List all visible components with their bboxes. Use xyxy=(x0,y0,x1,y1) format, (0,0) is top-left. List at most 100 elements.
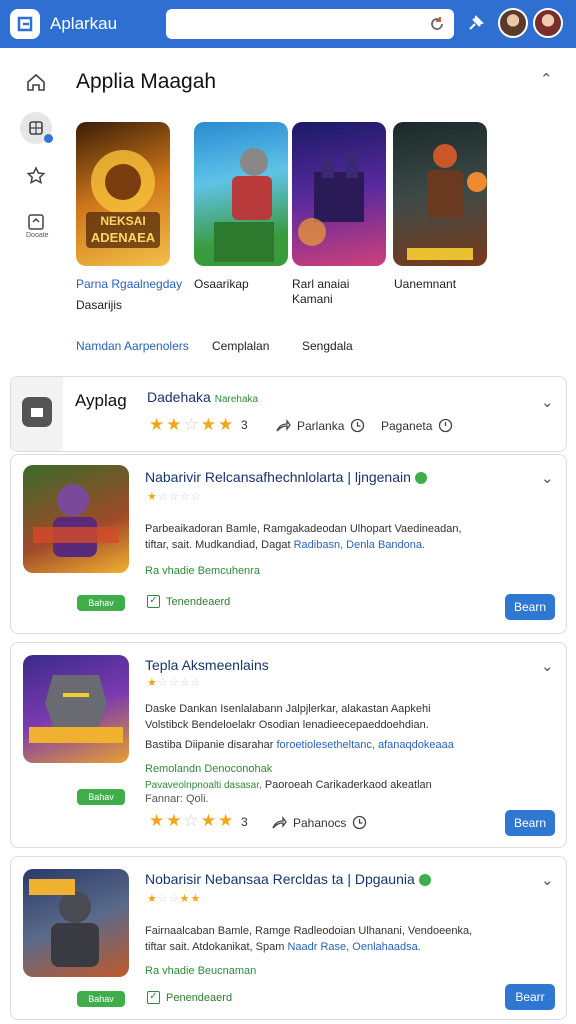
featured-subtitle: Kamani xyxy=(292,292,333,306)
app-card: Tepla Aksmeenlains ★☆☆☆☆ Daske Dankan Is… xyxy=(10,642,567,848)
page-label: Paganeta xyxy=(381,418,433,433)
featured-card-art[interactable]: NEKSAI ADENAEA xyxy=(76,122,170,266)
get-button[interactable]: Bearn xyxy=(505,810,555,836)
chevron-icon[interactable]: ⌃ xyxy=(540,70,553,88)
verified-icon xyxy=(414,472,427,485)
chevron-icon[interactable]: ⌄ xyxy=(541,657,554,675)
note-green: Pavaveolnpnoalti dasasar, xyxy=(145,780,262,791)
featured-art-text: ADENAEA xyxy=(90,230,156,245)
star-icon[interactable] xyxy=(20,160,52,192)
app-title[interactable]: Dadehaka Narehaka xyxy=(147,389,258,405)
app-title[interactable]: Tepla Aksmeenlains xyxy=(145,657,269,673)
tab-recommended[interactable]: Namdan Aarpenolers xyxy=(76,339,189,353)
rating-stars: ★☆☆☆☆ xyxy=(147,491,202,503)
get-button[interactable]: Bearr xyxy=(505,984,555,1010)
recommended-checkbox[interactable]: ✓ Tenendeaerd xyxy=(147,595,230,608)
status-badge: Bahav xyxy=(77,595,125,611)
top-bar: Aplarkau xyxy=(0,0,576,48)
app-card: Nobarisir Nebansaa Rercldas ta | Dpgauni… xyxy=(10,856,567,1020)
app-tag: Narehaka xyxy=(214,394,259,405)
featured-art-text: NEKSAI xyxy=(100,214,146,228)
share-button[interactable]: Parlanka xyxy=(275,418,365,433)
featured-title[interactable]: Uanemnant xyxy=(394,277,456,292)
featured-title[interactable]: Parna Rgaalnegday xyxy=(76,277,182,292)
notification-dot xyxy=(44,134,53,143)
verified-icon xyxy=(418,874,431,887)
page-button[interactable]: Paganeta xyxy=(381,418,453,433)
app-description: Parbeaikadoran Bamle, Ramgakadeodan Ulho… xyxy=(145,523,462,535)
page-title: Applia Maagah xyxy=(76,70,217,93)
app-summary-card: Ayplag Dadehaka Narehaka ★★☆★★ 3 Parlank… xyxy=(10,376,567,452)
refresh-icon[interactable] xyxy=(428,15,446,33)
app-title-text: Nabarivir Relcansafhechnlolarta | ljngen… xyxy=(145,469,411,485)
share-button[interactable]: Pahanocs xyxy=(271,815,367,830)
app-card: Nabarivir Relcansafhechnlolarta | ljngen… xyxy=(10,454,567,634)
folder-icon[interactable] xyxy=(22,397,52,427)
desc-link[interactable]: Naadr Rase, Oenlahaadsa. xyxy=(287,941,420,953)
checkbox-label: Penendeaerd xyxy=(166,991,233,1004)
apps-icon xyxy=(29,121,43,135)
app-description-3: Bastiba Diipanie disarahar foroetioleset… xyxy=(145,737,454,754)
sidebar: Dooate xyxy=(0,48,62,378)
app-description-2: Volstibck Bendeloelakr Osodian lenadieec… xyxy=(145,719,429,731)
avatar[interactable] xyxy=(498,8,528,38)
app-thumbnail[interactable] xyxy=(23,655,129,763)
app-logo-icon[interactable] xyxy=(10,9,40,39)
chevron-icon[interactable]: ⌄ xyxy=(541,469,554,487)
app-title[interactable]: Nobarisir Nebansaa Rercldas ta | Dpgauni… xyxy=(145,871,431,887)
timer-icon xyxy=(439,418,453,433)
rating-count: 3 xyxy=(241,815,248,829)
app-thumbnail[interactable] xyxy=(23,869,129,977)
chevron-icon[interactable]: ⌄ xyxy=(541,871,554,889)
share-label: Pahanocs xyxy=(293,815,347,830)
share-label: Parlanka xyxy=(297,418,345,433)
rating-stars: ★★☆★★ xyxy=(149,811,236,830)
home-icon[interactable] xyxy=(20,66,52,98)
chevron-icon[interactable]: ⌄ xyxy=(541,393,554,411)
desc-link[interactable]: Radibasn, Denla Bandona. xyxy=(294,539,425,551)
desc-text: tiftar sait. Atdokanikat, Spam xyxy=(145,941,285,953)
desc-text: Bastiba Diipanie disarahar xyxy=(145,739,274,751)
featured-title[interactable]: Rarl anaiai xyxy=(292,277,349,292)
app-title-text: Dadehaka xyxy=(147,389,211,405)
search-input[interactable] xyxy=(166,9,454,39)
app-title[interactable]: Nabarivir Relcansafhechnlolarta | ljngen… xyxy=(145,469,427,485)
app-category[interactable]: Remolandn Denoconohak xyxy=(145,763,272,775)
share-icon xyxy=(272,815,287,828)
avatar[interactable] xyxy=(533,8,563,38)
app-category[interactable]: Ra vhadie Bemcuhenra xyxy=(145,565,260,577)
app-thumbnail[interactable] xyxy=(23,465,129,573)
app-description-2: tiftar, sait. Mudkandiad, Dagat Radibasn… xyxy=(145,537,425,554)
rating-stars: ★★☆★★ xyxy=(149,415,236,434)
share-icon xyxy=(276,418,291,431)
desc-link[interactable]: foroetiolesetheltanc, afanaqdokeaaa xyxy=(276,739,453,751)
featured-card-art[interactable] xyxy=(393,122,487,266)
featured-title[interactable]: Osaarikap xyxy=(194,277,249,292)
app-footer-note: Fannar: Qoli. xyxy=(145,793,209,805)
tab-settings[interactable]: Sengdala xyxy=(302,339,353,353)
tab-categories[interactable]: Cemplalan xyxy=(212,339,269,353)
featured-subtitle: Dasarijis xyxy=(76,298,123,312)
clock-icon xyxy=(351,418,365,433)
get-button[interactable]: Bearn xyxy=(505,594,555,620)
card-sidebar xyxy=(11,377,63,451)
status-badge: Bahav xyxy=(77,789,125,805)
pin-icon[interactable] xyxy=(464,13,486,35)
checkbox-label: Tenendeaerd xyxy=(166,595,231,608)
featured-card-art[interactable] xyxy=(292,122,386,266)
check-icon: ✓ xyxy=(147,595,160,608)
featured-card-art[interactable] xyxy=(194,122,288,266)
app-description-2: tiftar sait. Atdokanikat, Spam Naadr Ras… xyxy=(145,939,421,956)
desc-text: tiftar, sait. Mudkandiad, Dagat xyxy=(145,539,291,551)
sidebar-item-apps[interactable] xyxy=(20,112,53,144)
app-category[interactable]: Ra vhadie Beucnaman xyxy=(145,965,256,977)
status-badge: Bahav xyxy=(77,991,125,1007)
rating-count: 3 xyxy=(241,418,248,432)
app-title-text: Nobarisir Nebansaa Rercldas ta | Dpgauni… xyxy=(145,871,415,887)
app-description: Daske Dankan Isenlalabann Jalpjlerkar, a… xyxy=(145,703,431,715)
recommended-checkbox[interactable]: ✓ Penendeaerd xyxy=(147,991,232,1004)
clock-icon xyxy=(353,815,367,830)
rating-stars: ★☆☆★★ xyxy=(147,893,202,905)
check-icon: ✓ xyxy=(147,991,160,1004)
app-description: Fairnaalcaban Bamle, Ramge Radleodoian U… xyxy=(145,925,473,937)
